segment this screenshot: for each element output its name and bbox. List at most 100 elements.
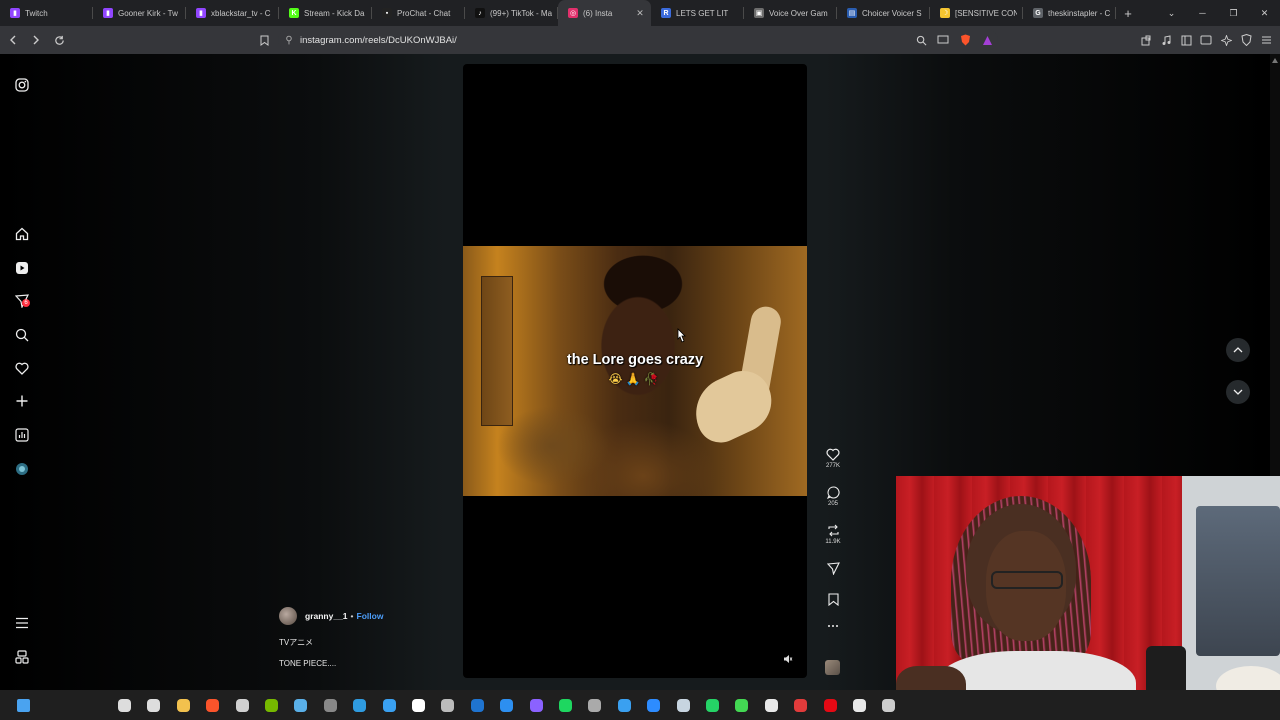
browser-tab[interactable]: Gtheskinstapler - C bbox=[1023, 0, 1116, 26]
terminal-icon[interactable] bbox=[439, 696, 457, 714]
media-icon[interactable] bbox=[1158, 31, 1174, 49]
tab-close-icon[interactable]: ✕ bbox=[635, 8, 645, 19]
docs-icon[interactable] bbox=[498, 696, 516, 714]
app2-icon[interactable] bbox=[792, 696, 810, 714]
browser-tab[interactable]: ☽ [SENSITIVE CON bbox=[930, 0, 1023, 26]
repost-button[interactable]: 11.9K bbox=[818, 524, 848, 545]
netflix-icon[interactable] bbox=[821, 696, 839, 714]
browser-menu-icon[interactable] bbox=[1258, 31, 1274, 49]
previous-reel-button[interactable] bbox=[1226, 338, 1250, 362]
grid-app-icon[interactable] bbox=[527, 696, 545, 714]
share-button[interactable] bbox=[818, 562, 848, 575]
search-icon[interactable] bbox=[12, 325, 32, 345]
next-reel-button[interactable] bbox=[1226, 380, 1250, 404]
extensions-icon[interactable] bbox=[1138, 31, 1154, 49]
comment-button[interactable]: 205 bbox=[818, 486, 848, 507]
ps-icon[interactable] bbox=[380, 696, 398, 714]
brave-rewards-icon[interactable] bbox=[979, 32, 995, 48]
whatsapp-icon-glyph bbox=[705, 698, 719, 712]
home-icon[interactable] bbox=[12, 224, 32, 244]
browser-tab[interactable]: ▪ ProChat - Chat bbox=[372, 0, 465, 26]
reels-icon[interactable] bbox=[12, 258, 32, 278]
address-bar[interactable]: ⚲ instagram.com/reels/DcUKOnWJBAi/ bbox=[278, 29, 998, 51]
store-icon[interactable] bbox=[615, 696, 633, 714]
tab-title: Stream - Kick Da bbox=[304, 8, 365, 18]
tab-favicon-icon: ♪ bbox=[475, 8, 485, 18]
spotify-icon[interactable] bbox=[556, 696, 574, 714]
whatsapp-icon[interactable] bbox=[703, 696, 721, 714]
obs-icon[interactable] bbox=[233, 696, 251, 714]
search-icon[interactable] bbox=[115, 696, 133, 714]
tab-favicon-icon: ◎ bbox=[568, 8, 578, 18]
zoom-icon[interactable] bbox=[913, 32, 929, 48]
notion-icon[interactable] bbox=[409, 696, 427, 714]
instagram-logo-icon[interactable] bbox=[12, 75, 32, 95]
url-text[interactable]: instagram.com/reels/DcUKOnWJBAi/ bbox=[300, 35, 457, 46]
browser-tab[interactable]: ◎ (6) Insta ✕ bbox=[558, 0, 651, 26]
dashboard-icon[interactable] bbox=[12, 425, 32, 445]
audio-thumbnail[interactable] bbox=[825, 660, 840, 675]
notifications-icon[interactable] bbox=[12, 358, 32, 378]
follow-button[interactable]: Follow bbox=[357, 611, 384, 621]
browser-tab[interactable]: ▤ Choicer Voicer S bbox=[837, 0, 930, 26]
cast-icon[interactable] bbox=[935, 32, 951, 48]
back-icon[interactable] bbox=[3, 30, 23, 50]
bookmark-icon[interactable] bbox=[257, 32, 271, 48]
reel-video-player[interactable]: the Lore goes crazy 😭🙏🥀 bbox=[463, 64, 807, 678]
zoom-icon[interactable] bbox=[645, 696, 663, 714]
browser-tab[interactable]: K Stream - Kick Da bbox=[279, 0, 372, 26]
sidebar-icon[interactable] bbox=[1178, 31, 1194, 49]
mute-icon[interactable] bbox=[781, 652, 795, 666]
new-tab-button[interactable]: + bbox=[1116, 6, 1140, 21]
reload-icon[interactable] bbox=[49, 30, 69, 50]
menu-icon[interactable] bbox=[12, 613, 32, 633]
browser-tab[interactable]: ▮ Gooner Kirk - Tw bbox=[93, 0, 186, 26]
minimize-icon[interactable]: ─ bbox=[1187, 8, 1218, 18]
browser-tab[interactable]: ▣ Voice Over Gam bbox=[744, 0, 837, 26]
like-button[interactable]: 277K bbox=[818, 448, 848, 469]
leo-ai-icon[interactable] bbox=[1218, 31, 1234, 49]
scroll-up-icon[interactable] bbox=[1272, 58, 1278, 63]
browser-tab[interactable]: ▮ xblackstar_tv - C bbox=[186, 0, 279, 26]
tab-search-icon[interactable]: ⌄ bbox=[1156, 8, 1187, 19]
restore-icon[interactable]: ❐ bbox=[1218, 8, 1249, 19]
save-button[interactable] bbox=[818, 593, 848, 606]
close-window-icon[interactable]: ✕ bbox=[1249, 8, 1280, 19]
author-name[interactable]: granny__1 bbox=[305, 611, 348, 621]
capture-icon[interactable] bbox=[880, 696, 898, 714]
photos-icon[interactable] bbox=[292, 696, 310, 714]
brave-shields-icon[interactable] bbox=[957, 32, 973, 48]
tab-favicon-icon: ▮ bbox=[196, 8, 206, 18]
forward-icon[interactable] bbox=[26, 30, 46, 50]
chrome-icon[interactable] bbox=[850, 696, 868, 714]
browser-tab[interactable]: ▮ Twitch bbox=[0, 0, 93, 26]
browser-tab[interactable]: R LETS GET LIT bbox=[651, 0, 744, 26]
obs2-icon[interactable] bbox=[762, 696, 780, 714]
steam-icon[interactable] bbox=[674, 696, 692, 714]
avatar[interactable] bbox=[279, 607, 297, 625]
outlook-icon[interactable] bbox=[468, 696, 486, 714]
brave-icon[interactable] bbox=[204, 696, 222, 714]
video-frame[interactable]: the Lore goes crazy 😭🙏🥀 bbox=[463, 246, 807, 496]
terminal2-icon[interactable] bbox=[586, 696, 604, 714]
reel-description-line2[interactable]: TONE PIECE.... bbox=[279, 659, 336, 668]
browser-tab[interactable]: ♪ (99+) TikTok - Ma bbox=[465, 0, 558, 26]
threads-icon[interactable] bbox=[12, 647, 32, 667]
messages-icon[interactable]: 6 bbox=[12, 291, 32, 311]
tab-title: theskinstapler - C bbox=[1048, 8, 1110, 18]
file-explorer-icon[interactable] bbox=[174, 696, 192, 714]
chat-icon[interactable] bbox=[733, 696, 751, 714]
notion-icon-glyph bbox=[411, 698, 425, 712]
wallet-icon[interactable] bbox=[1198, 31, 1214, 49]
nvidia-icon[interactable] bbox=[262, 696, 280, 714]
start-icon[interactable] bbox=[14, 696, 32, 714]
edge-icon[interactable] bbox=[351, 696, 369, 714]
more-options-button[interactable] bbox=[818, 624, 848, 628]
create-icon[interactable] bbox=[12, 391, 32, 411]
profile-icon[interactable] bbox=[12, 459, 32, 479]
site-info-icon[interactable]: ⚲ bbox=[278, 35, 300, 46]
browser-toolbar: ⚲ instagram.com/reels/DcUKOnWJBAi/ bbox=[0, 26, 1280, 54]
task-view-icon[interactable] bbox=[145, 696, 163, 714]
vpn-icon[interactable] bbox=[1238, 31, 1254, 49]
app-icon[interactable] bbox=[321, 696, 339, 714]
